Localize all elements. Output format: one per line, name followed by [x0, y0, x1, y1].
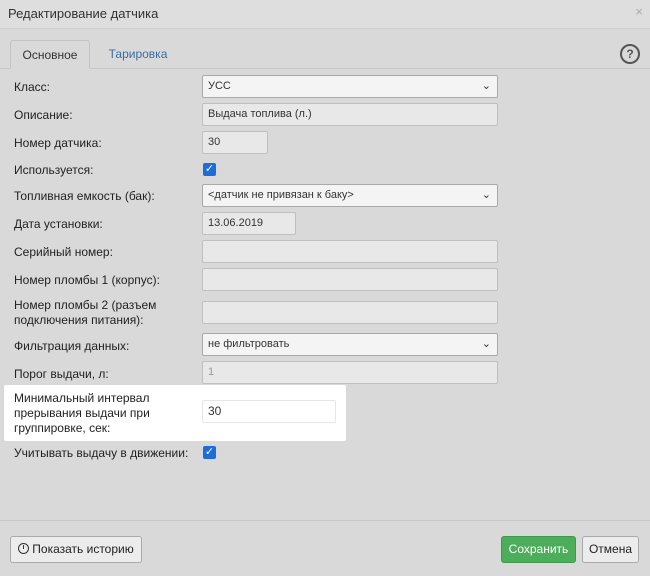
chevron-down-icon: ⌄ — [481, 338, 491, 350]
serial-input[interactable] — [202, 240, 498, 263]
filter-select[interactable]: не фильтровать ⌄ — [202, 333, 498, 356]
seal2-label-line1: Номер пломбы 2 (разъем — [14, 298, 157, 312]
close-icon[interactable]: × — [635, 4, 643, 19]
tab-main[interactable]: Основное — [10, 40, 90, 69]
install-date-input[interactable]: 13.06.2019 — [202, 212, 296, 235]
filter-label: Фильтрация данных: — [14, 339, 130, 353]
chevron-down-icon: ⌄ — [481, 80, 491, 92]
chevron-down-icon: ⌄ — [481, 189, 491, 201]
seal2-input[interactable] — [202, 301, 498, 324]
used-checkbox[interactable]: ✓ — [203, 163, 216, 176]
show-history-label: Показать историю — [32, 542, 134, 556]
tab-calibration[interactable]: Тарировка — [98, 40, 178, 68]
used-label: Используется: — [14, 163, 94, 177]
interval-label-line1: Минимальный интервал — [14, 391, 150, 405]
class-select[interactable]: УСС ⌄ — [202, 75, 498, 98]
tank-label: Топливная емкость (бак): — [14, 189, 155, 203]
motion-label: Учитывать выдачу в движении: — [14, 446, 189, 460]
dialog-title: Редактирование датчика — [8, 6, 159, 21]
tank-value: <датчик не привязан к баку> — [208, 189, 354, 201]
footer-divider — [0, 520, 650, 521]
class-label: Класс: — [14, 80, 50, 94]
check-icon: ✓ — [204, 163, 215, 175]
motion-checkbox[interactable]: ✓ — [203, 446, 216, 459]
dialog-titlebar: Редактирование датчика × — [0, 0, 650, 29]
install-date-label: Дата установки: — [14, 217, 103, 231]
save-button[interactable]: Сохранить — [501, 536, 576, 563]
tab-bar: Основное Тарировка — [0, 40, 650, 69]
serial-label: Серийный номер: — [14, 245, 113, 259]
threshold-label: Порог выдачи, л: — [14, 367, 109, 381]
interval-input[interactable]: 30 — [202, 400, 336, 423]
tank-select[interactable]: <датчик не привязан к баку> ⌄ — [202, 184, 498, 207]
seal1-label: Номер пломбы 1 (корпус): — [14, 273, 160, 287]
interval-label-line3: группировке, сек: — [14, 421, 111, 435]
seal2-label-line2: подключения питания): — [14, 313, 144, 327]
description-label: Описание: — [14, 108, 73, 122]
sensor-number-input[interactable]: 30 — [202, 131, 268, 154]
threshold-input[interactable]: 1 — [202, 361, 498, 384]
help-icon[interactable]: ? — [620, 44, 640, 64]
sensor-number-label: Номер датчика: — [14, 136, 102, 150]
check-icon: ✓ — [204, 446, 215, 458]
description-input[interactable]: Выдача топлива (л.) — [202, 103, 498, 126]
tab-divider — [0, 68, 650, 69]
filter-value: не фильтровать — [208, 338, 290, 350]
interval-label-line2: прерывания выдачи при — [14, 406, 150, 420]
clock-icon — [18, 543, 30, 554]
show-history-button[interactable]: Показать историю — [10, 536, 142, 563]
class-value: УСС — [208, 80, 231, 92]
cancel-button[interactable]: Отмена — [582, 536, 639, 563]
seal1-input[interactable] — [202, 268, 498, 291]
